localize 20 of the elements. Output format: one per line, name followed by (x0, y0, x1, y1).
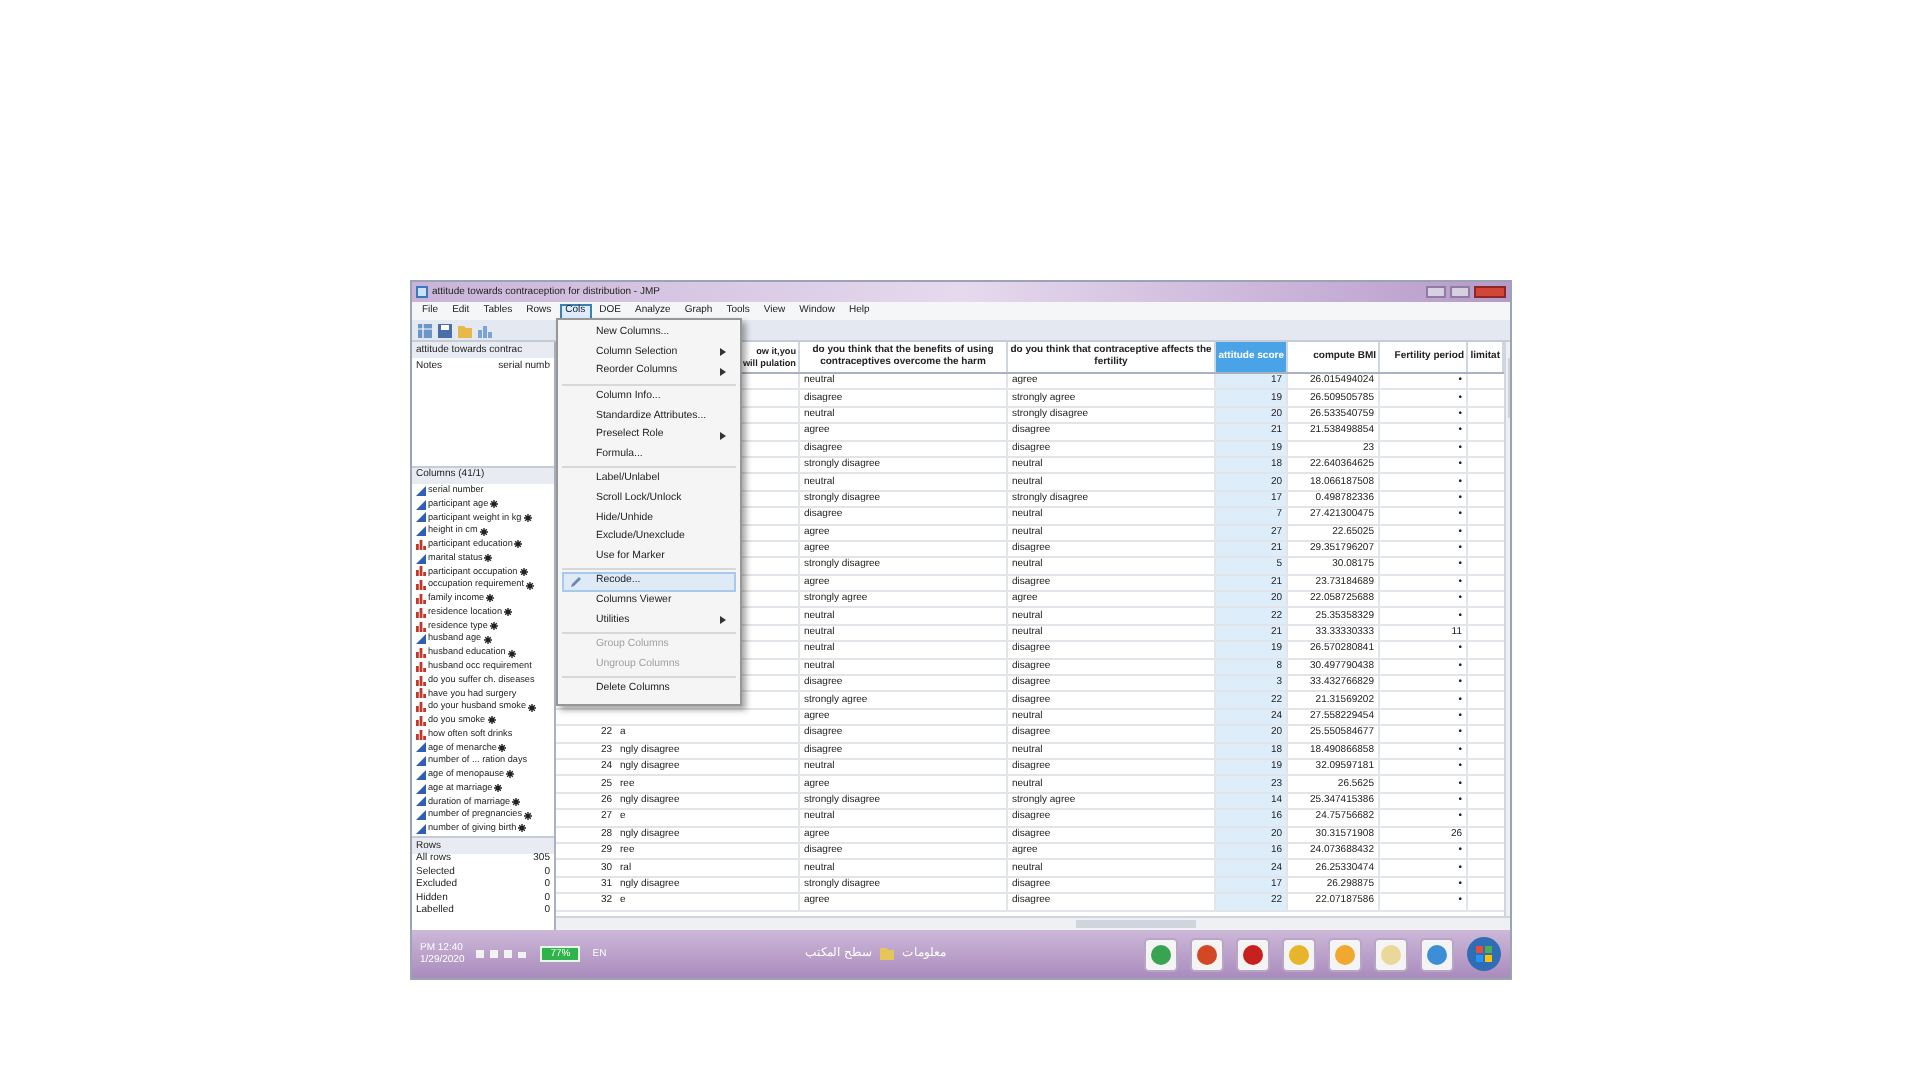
folder-icon[interactable] (879, 948, 894, 960)
horizontal-scrollbar[interactable] (556, 916, 1510, 930)
table-icon[interactable] (418, 323, 432, 337)
nominal-bars-icon (416, 729, 426, 740)
continuous-triangle-icon (416, 553, 426, 564)
nominal-bars-icon (416, 566, 426, 577)
save-icon[interactable] (438, 323, 452, 337)
minimize-button[interactable] (1426, 286, 1446, 298)
continuous-triangle-icon (416, 634, 426, 645)
nominal-bars-icon (416, 621, 426, 631)
nominal-bars-icon (416, 539, 426, 550)
maximize-button[interactable] (1450, 286, 1470, 298)
nominal-bars-icon (416, 607, 426, 618)
pencil-icon (570, 575, 582, 588)
vertical-scrollbar[interactable] (1504, 342, 1510, 916)
chart-icon[interactable] (478, 323, 492, 337)
tray-icons[interactable] (476, 948, 529, 960)
start-button-icon[interactable] (1466, 936, 1502, 972)
close-button[interactable] (1474, 286, 1506, 298)
app-icon (416, 286, 428, 298)
